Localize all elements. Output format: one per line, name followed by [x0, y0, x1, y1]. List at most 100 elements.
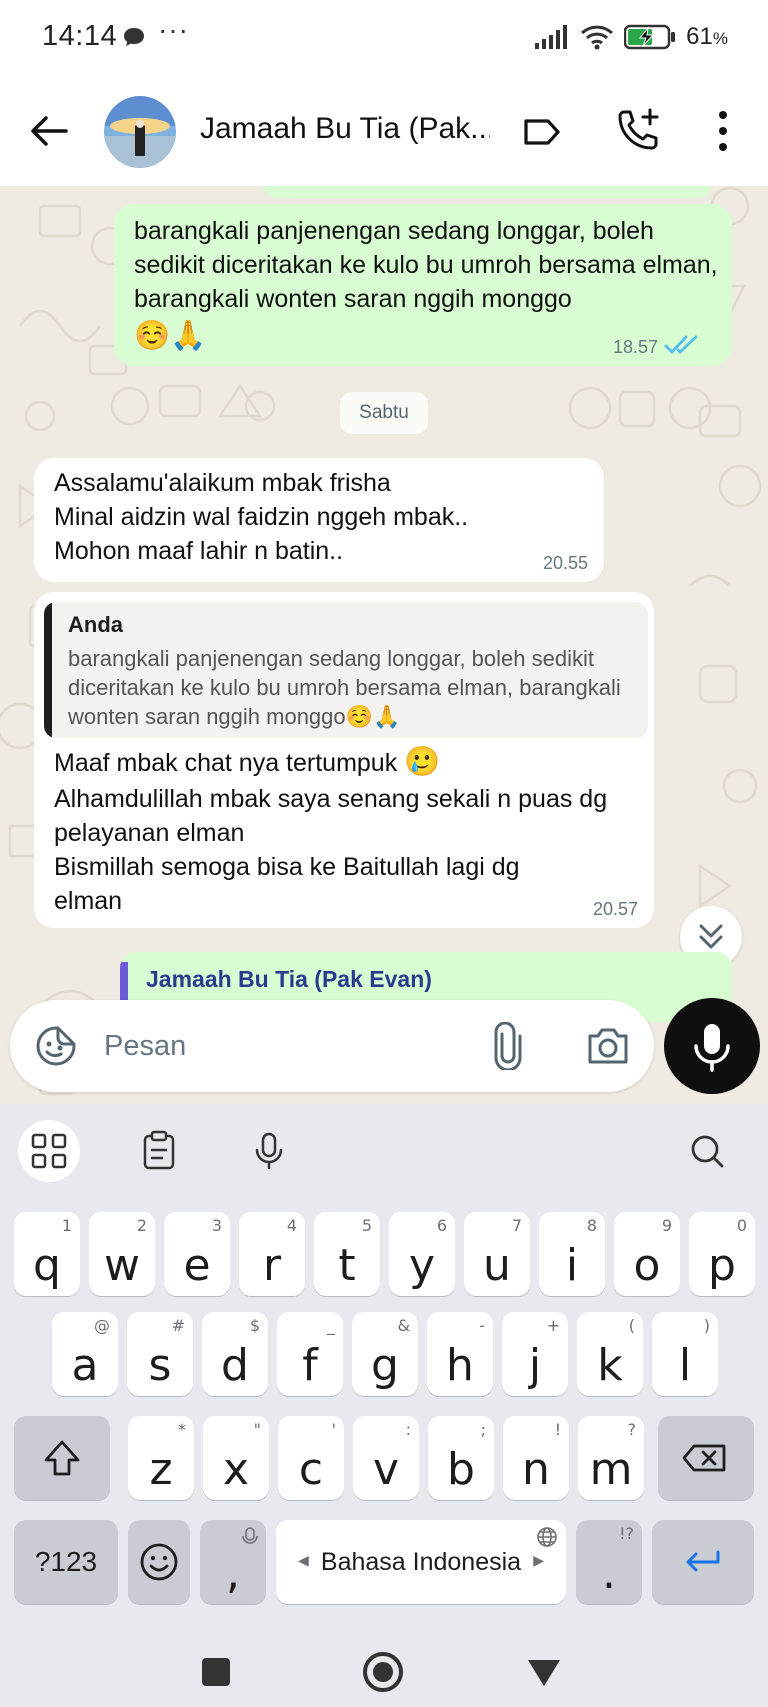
enter-key[interactable] [652, 1520, 754, 1604]
key-r[interactable]: 4r [239, 1212, 305, 1296]
key-l[interactable]: ) l [652, 1312, 718, 1396]
key-s[interactable]: # s [127, 1312, 193, 1396]
message-line: Bismillah semoga bisa ke Baitullah lagi … [54, 853, 520, 915]
add-call-icon[interactable] [616, 106, 664, 154]
status-time: 14:14 [42, 20, 118, 52]
soft-keyboard: 1q2w3e4r5t6y7u8i9o0p @ a # s $ d _ f & g - h + j(k) l … [0, 1104, 768, 1634]
key-secondary-char: ( [628, 1316, 635, 1335]
key-char: c [298, 1444, 324, 1495]
chat-header: Jamaah Bu Tia (Pak... [0, 76, 768, 186]
right-arrow-hint-icon: ▶ [533, 1552, 544, 1568]
key-secondary-char: 7 [511, 1216, 522, 1235]
smiley-icon [140, 1543, 178, 1581]
chat-messages-area[interactable]: barangkali panjenengan sedang longgar, b… [0, 186, 768, 1104]
key-secondary-char: & [397, 1316, 410, 1335]
key-b[interactable]: ; b [428, 1416, 494, 1500]
key-o[interactable]: 9o [614, 1212, 680, 1296]
search-icon [691, 1135, 724, 1168]
key-t[interactable]: 5t [314, 1212, 380, 1296]
key-d[interactable]: $ d [202, 1312, 268, 1396]
keyboard-search-button[interactable] [676, 1120, 738, 1182]
key-secondary-char: ; [480, 1420, 486, 1439]
key-char: t [338, 1240, 356, 1291]
comma-key[interactable]: , [200, 1520, 266, 1604]
sticker-emoji-icon[interactable] [34, 1024, 78, 1068]
symbols-key[interactable]: ?123 [14, 1520, 118, 1604]
key-char: h [446, 1340, 474, 1391]
key-char: w [104, 1240, 140, 1291]
key-e[interactable]: 3e [164, 1212, 230, 1296]
key-v[interactable]: :v [353, 1416, 419, 1500]
shift-key[interactable] [14, 1416, 110, 1500]
space-key[interactable]: ◀ Bahasa Indonesia ▶ [276, 1520, 566, 1604]
wifi-icon [581, 25, 614, 50]
recent-apps-square-icon[interactable] [196, 1652, 236, 1692]
key-char: d [221, 1340, 249, 1391]
key-c[interactable]: ' c [278, 1416, 344, 1500]
key-k[interactable]: (k [577, 1312, 643, 1396]
key-n[interactable]: ! n [503, 1416, 569, 1500]
apps-grid-button[interactable] [18, 1120, 80, 1182]
outgoing-message[interactable]: barangkali panjenengan sedang longgar, b… [114, 204, 732, 366]
camera-icon[interactable] [584, 1022, 632, 1070]
battery-charging-icon [624, 24, 676, 50]
chat-title[interactable]: Jamaah Bu Tia (Pak... [200, 112, 490, 146]
key-g[interactable]: & g [352, 1312, 418, 1396]
key-char: j [528, 1340, 542, 1391]
battery-percent: 61% [686, 23, 728, 50]
avatar[interactable] [104, 96, 176, 168]
key-y[interactable]: 6y [389, 1212, 455, 1296]
key-char: v [372, 1444, 400, 1495]
backspace-icon [682, 1444, 726, 1472]
key-p[interactable]: 0p [689, 1212, 755, 1296]
incoming-reply-message[interactable]: Anda barangkali panjenengan sedang longg… [34, 592, 654, 928]
back-arrow-icon[interactable] [26, 108, 72, 154]
key-j[interactable]: + j [502, 1312, 568, 1396]
space-language-label: Bahasa Indonesia [320, 1548, 522, 1576]
key-a[interactable]: @ a [52, 1312, 118, 1396]
key-q[interactable]: 1q [14, 1212, 80, 1296]
key-char: p [708, 1240, 736, 1291]
paperclip-attach-icon[interactable] [488, 1022, 528, 1070]
message-line: Minal aidzin wal faidzin nggeh mbak.. [54, 503, 469, 531]
quote-author: Anda [68, 612, 123, 637]
quoted-message[interactable]: Anda barangkali panjenengan sedang longg… [44, 602, 648, 738]
quote-author: Jamaah Bu Tia (Pak Evan) [146, 966, 432, 992]
message-line: Maaf mbak chat nya tertumpuk 🥲 [54, 744, 441, 778]
key-w[interactable]: 2w [89, 1212, 155, 1296]
chat-notification-icon [124, 28, 144, 46]
voice-input-button[interactable] [238, 1120, 300, 1182]
key-u[interactable]: 7u [464, 1212, 530, 1296]
key-secondary-char: 9 [661, 1216, 672, 1235]
backspace-key[interactable] [658, 1416, 754, 1500]
key-secondary-char: _ [327, 1316, 335, 1335]
key-h[interactable]: -h [427, 1312, 493, 1396]
key-f[interactable]: _ f [277, 1312, 343, 1396]
emoji-key[interactable] [128, 1520, 190, 1604]
key-secondary-char: 0 [736, 1216, 747, 1235]
message-input[interactable] [104, 1022, 444, 1070]
key-char: f [302, 1340, 318, 1391]
key-x[interactable]: " x [203, 1416, 269, 1500]
back-triangle-icon[interactable] [524, 1652, 564, 1692]
voice-message-button[interactable] [664, 998, 760, 1094]
clipboard-icon [143, 1130, 175, 1170]
period-key[interactable]: !? . [576, 1520, 642, 1604]
key-char: s [148, 1340, 172, 1391]
quote-text: barangkali panjenengan sedang longgar, b… [68, 646, 621, 729]
key-char: r [262, 1240, 282, 1291]
clipboard-button[interactable] [128, 1120, 190, 1182]
key-secondary-char: 5 [361, 1216, 372, 1235]
label-tag-icon[interactable] [520, 110, 564, 154]
more-options-icon[interactable] [708, 106, 738, 156]
key-secondary-char: + [546, 1316, 560, 1335]
message-time: 20.57 [592, 899, 638, 919]
key-i[interactable]: 8i [539, 1212, 605, 1296]
home-circle-icon[interactable] [360, 1649, 406, 1695]
previous-message-edge [262, 186, 712, 198]
key-z[interactable]: * z [128, 1416, 194, 1500]
key-secondary-char: 3 [211, 1216, 222, 1235]
key-m[interactable]: ? m [578, 1416, 644, 1500]
key-secondary-char: " [253, 1420, 261, 1439]
incoming-message[interactable]: Assalamu'alaikum mbak frisha Minal aidzi… [34, 458, 604, 582]
